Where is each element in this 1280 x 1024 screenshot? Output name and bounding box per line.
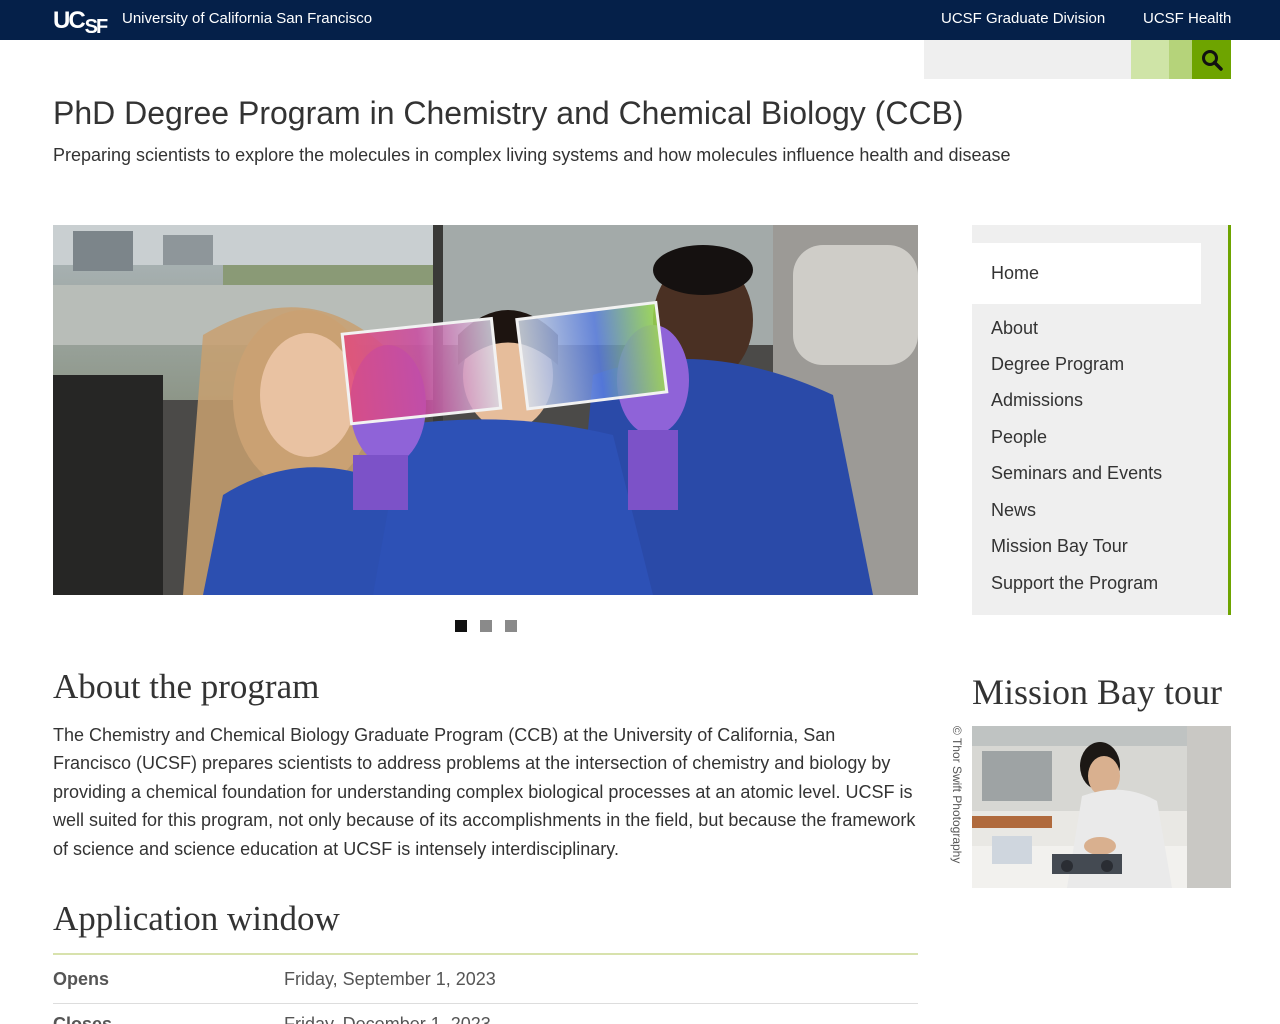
top-bar: UC SF University of California San Franc… — [0, 0, 1280, 40]
about-paragraph: The Chemistry and Chemical Biology Gradu… — [53, 725, 916, 859]
opens-date: Friday, September 1, 2023 — [284, 969, 496, 989]
carousel-dot-1[interactable] — [455, 620, 467, 632]
logo-sf-text: SF — [84, 16, 109, 38]
carousel-dots — [455, 620, 517, 632]
search-input[interactable] — [924, 40, 1131, 79]
hero-carousel-image[interactable] — [53, 225, 918, 595]
sidebar-item-news[interactable]: News — [991, 499, 1036, 521]
graduate-division-link[interactable]: UCSF Graduate Division — [941, 10, 1105, 28]
sidebar-item-support[interactable]: Support the Program — [991, 572, 1158, 594]
page-title: PhD Degree Program in Chemistry and Chem… — [53, 95, 964, 131]
search-accent-mid — [1169, 40, 1192, 79]
logo-uc-text: UC — [53, 7, 86, 34]
search-accent-light — [1131, 40, 1169, 79]
about-heading: About the program — [53, 667, 320, 706]
sidebar-item-seminars-events[interactable]: Seminars and Events — [991, 462, 1162, 484]
photo-credit: © Thor Swift Photography — [950, 726, 964, 864]
ucsf-logo[interactable]: UC SF — [53, 5, 108, 38]
sidebar-nav: Home About Degree Program Admissions Peo… — [972, 225, 1231, 615]
page-subtitle: Preparing scientists to explore the mole… — [53, 145, 1011, 165]
opens-label: Opens — [53, 969, 110, 989]
table-top-rule — [53, 953, 918, 955]
sidebar-item-admissions[interactable]: Admissions — [991, 389, 1083, 411]
sidebar-item-degree-program[interactable]: Degree Program — [991, 353, 1124, 375]
carousel-dot-3[interactable] — [505, 620, 517, 632]
carousel-dot-2[interactable] — [480, 620, 492, 632]
mission-bay-tour-heading: Mission Bay tour — [972, 672, 1223, 712]
search-form — [924, 40, 1231, 79]
ucsf-health-link[interactable]: UCSF Health — [1143, 10, 1231, 28]
sidebar-item-mission-bay-tour[interactable]: Mission Bay Tour — [991, 535, 1128, 557]
sidebar-item-people[interactable]: People — [991, 426, 1047, 448]
sidebar-item-about[interactable]: About — [991, 317, 1038, 339]
closes-label: Closes — [53, 1014, 113, 1024]
sidebar-item-home[interactable]: Home — [991, 262, 1039, 284]
application-window-heading: Application window — [53, 899, 340, 938]
mission-bay-tour-image[interactable] — [972, 726, 1231, 888]
university-name-link[interactable]: University of California San Francisco — [122, 10, 372, 28]
search-button[interactable] — [1192, 40, 1231, 79]
table-row-divider — [53, 1003, 918, 1004]
closes-date: Friday, December 1, 2023 — [284, 1014, 491, 1024]
search-icon — [1201, 49, 1223, 71]
